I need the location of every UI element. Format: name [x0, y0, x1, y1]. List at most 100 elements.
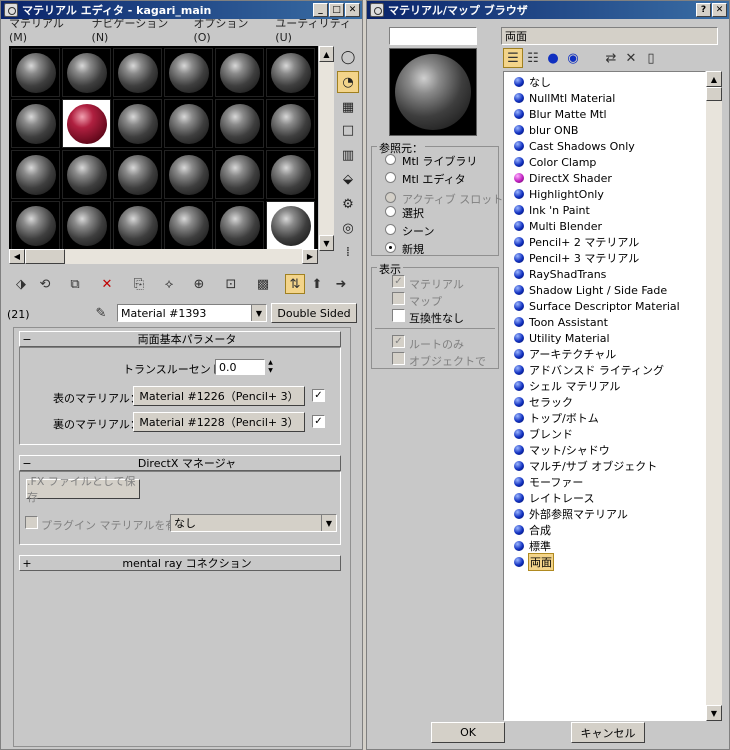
sample-slot[interactable] — [11, 150, 60, 199]
sample-slot[interactable] — [215, 201, 264, 250]
copy-material-icon[interactable]: ⎘ — [129, 274, 149, 294]
sample-slot[interactable] — [11, 48, 60, 97]
material-type-list[interactable]: なし NullMtl Material Blur Matte Mtl blur ONB… — [503, 71, 706, 721]
list-item[interactable]: RayShadTrans — [504, 266, 705, 282]
sample-slot[interactable] — [164, 150, 213, 199]
show-material-checkbox[interactable]: ✓ — [392, 275, 405, 288]
view-small-icons-icon[interactable]: ● — [543, 48, 563, 68]
make-preview-icon[interactable]: ⬙ — [337, 168, 359, 190]
close-button[interactable]: ✕ — [712, 3, 727, 17]
list-item[interactable]: Pencil+ 3 マテリアル — [504, 250, 705, 266]
sample-slot[interactable] — [266, 48, 315, 97]
sample-slot[interactable] — [215, 99, 264, 148]
sample-slot[interactable] — [113, 99, 162, 148]
scroll-left-arrow[interactable]: ◀ — [9, 249, 25, 264]
scroll-down-arrow[interactable]: ▼ — [706, 705, 722, 721]
list-item[interactable]: Shadow Light / Side Fade — [504, 282, 705, 298]
scroll-up-arrow[interactable]: ▲ — [319, 46, 334, 62]
go-to-parent-icon[interactable]: ⬆ — [307, 274, 327, 294]
sample-slot[interactable] — [164, 48, 213, 97]
material-effects-channel-icon[interactable]: ⊡ — [221, 274, 241, 294]
list-item[interactable]: DirectX Shader — [504, 170, 705, 186]
list-item[interactable]: 外部参照マテリアル — [504, 506, 705, 522]
browse-from-radio[interactable] — [385, 242, 396, 253]
list-item[interactable]: アドバンスド ライティング — [504, 362, 705, 378]
backlight-icon[interactable]: ◔ — [337, 71, 359, 93]
sample-slot[interactable] — [11, 201, 60, 250]
reset-material-icon[interactable]: ✕ — [97, 274, 117, 294]
dropdown-arrow-icon[interactable]: ▼ — [251, 305, 266, 321]
select-by-material-icon[interactable]: ◎ — [337, 217, 359, 239]
list-item[interactable]: ブレンド — [504, 426, 705, 442]
assign-to-selection-icon[interactable]: ⧉ — [65, 274, 85, 294]
material-navigator-icon[interactable]: ⁞ — [337, 241, 359, 263]
go-forward-to-sibling-icon[interactable]: ➜ — [331, 274, 351, 294]
material-name-field[interactable]: Material #1393 ▼ — [117, 304, 267, 322]
show-map-checkbox[interactable] — [392, 292, 405, 305]
save-fx-button[interactable]: .FX ファイルとして保存 — [26, 475, 140, 504]
list-item[interactable]: Toon Assistant — [504, 314, 705, 330]
view-large-icons-icon[interactable]: ◉ — [563, 48, 583, 68]
sample-type-icon[interactable]: ◯ — [337, 46, 359, 68]
scroll-thumb[interactable] — [25, 249, 65, 264]
list-item[interactable]: NullMtl Material — [504, 90, 705, 106]
sample-slot[interactable] — [11, 99, 60, 148]
show-map-in-viewport-icon[interactable]: ▩ — [253, 274, 273, 294]
translucency-spinner[interactable]: 0.0 — [215, 359, 265, 375]
background-icon[interactable]: ▦ — [337, 96, 359, 118]
slot-horizontal-scrollbar[interactable]: ◀ ▶ — [9, 249, 318, 264]
mental-ray-rollout-header[interactable]: + mental ray コネクション — [19, 555, 341, 571]
view-list-icons-icon[interactable]: ☷ — [523, 48, 543, 68]
browse-from-radio[interactable] — [385, 206, 396, 217]
maximize-button[interactable]: □ — [329, 3, 344, 17]
slot-vertical-scrollbar[interactable]: ▲ ▼ — [319, 46, 334, 251]
browser-titlebar[interactable]: マテリアル/マップ ブラウザ ? ✕ — [367, 1, 729, 19]
material-type-button[interactable]: Double Sided — [271, 303, 357, 323]
browse-from-radio[interactable] — [385, 224, 396, 235]
list-item[interactable]: トップ/ボトム — [504, 410, 705, 426]
browse-from-radio[interactable] — [385, 154, 396, 165]
uv-tiling-icon[interactable]: □ — [337, 119, 359, 141]
cancel-button[interactable]: キャンセル — [571, 722, 645, 743]
sample-slot[interactable] — [62, 201, 111, 250]
list-item[interactable]: Utility Material — [504, 330, 705, 346]
list-item[interactable]: Cast Shadows Only — [504, 138, 705, 154]
list-item[interactable]: マルチ/サブ オブジェクト — [504, 458, 705, 474]
list-item[interactable]: HighlightOnly — [504, 186, 705, 202]
list-item[interactable]: アーキテクチャル — [504, 346, 705, 362]
front-material-checkbox[interactable]: ✓ — [312, 389, 325, 402]
eyedropper-icon[interactable]: ✎ — [91, 303, 111, 323]
scroll-down-arrow[interactable]: ▼ — [319, 235, 334, 251]
scroll-thumb[interactable] — [706, 87, 722, 101]
options-icon[interactable]: ⚙ — [337, 193, 359, 215]
put-to-scene-icon[interactable]: ⟲ — [35, 274, 55, 294]
browse-from-radio[interactable] — [385, 172, 396, 183]
list-item[interactable]: 合成 — [504, 522, 705, 538]
sample-slot[interactable] — [215, 48, 264, 97]
list-item[interactable]: blur ONB — [504, 122, 705, 138]
view-list-icon[interactable]: ☰ — [503, 48, 523, 68]
get-material-icon[interactable]: ⬗ — [11, 274, 31, 294]
browser-name-input[interactable] — [389, 27, 477, 45]
scroll-up-arrow[interactable]: ▲ — [706, 71, 722, 87]
list-item[interactable]: なし — [504, 74, 705, 90]
video-color-check-icon[interactable]: ▥ — [337, 144, 359, 166]
back-material-checkbox[interactable]: ✓ — [312, 415, 325, 428]
delete-from-library-icon[interactable]: ✕ — [621, 48, 641, 68]
sample-slot[interactable] — [266, 201, 315, 250]
dropdown-arrow-icon[interactable]: ▼ — [321, 515, 336, 531]
sample-slot[interactable] — [62, 99, 111, 148]
plugin-material-dropdown[interactable]: なし ▼ — [170, 514, 337, 532]
list-item[interactable]: 標準 — [504, 538, 705, 554]
clear-library-icon[interactable]: ▯ — [641, 48, 661, 68]
list-item[interactable]: Color Clamp — [504, 154, 705, 170]
sample-slot[interactable] — [266, 99, 315, 148]
list-item[interactable]: モーファー — [504, 474, 705, 490]
scroll-right-arrow[interactable]: ▶ — [302, 249, 318, 264]
list-item[interactable]: Blur Matte Mtl — [504, 106, 705, 122]
browse-from-radio[interactable] — [385, 192, 396, 203]
directx-rollout-header[interactable]: − DirectX マネージャ — [19, 455, 341, 471]
by-object-checkbox[interactable] — [392, 352, 405, 365]
list-vertical-scrollbar[interactable]: ▲ ▼ — [706, 71, 722, 721]
sample-slot[interactable] — [113, 150, 162, 199]
